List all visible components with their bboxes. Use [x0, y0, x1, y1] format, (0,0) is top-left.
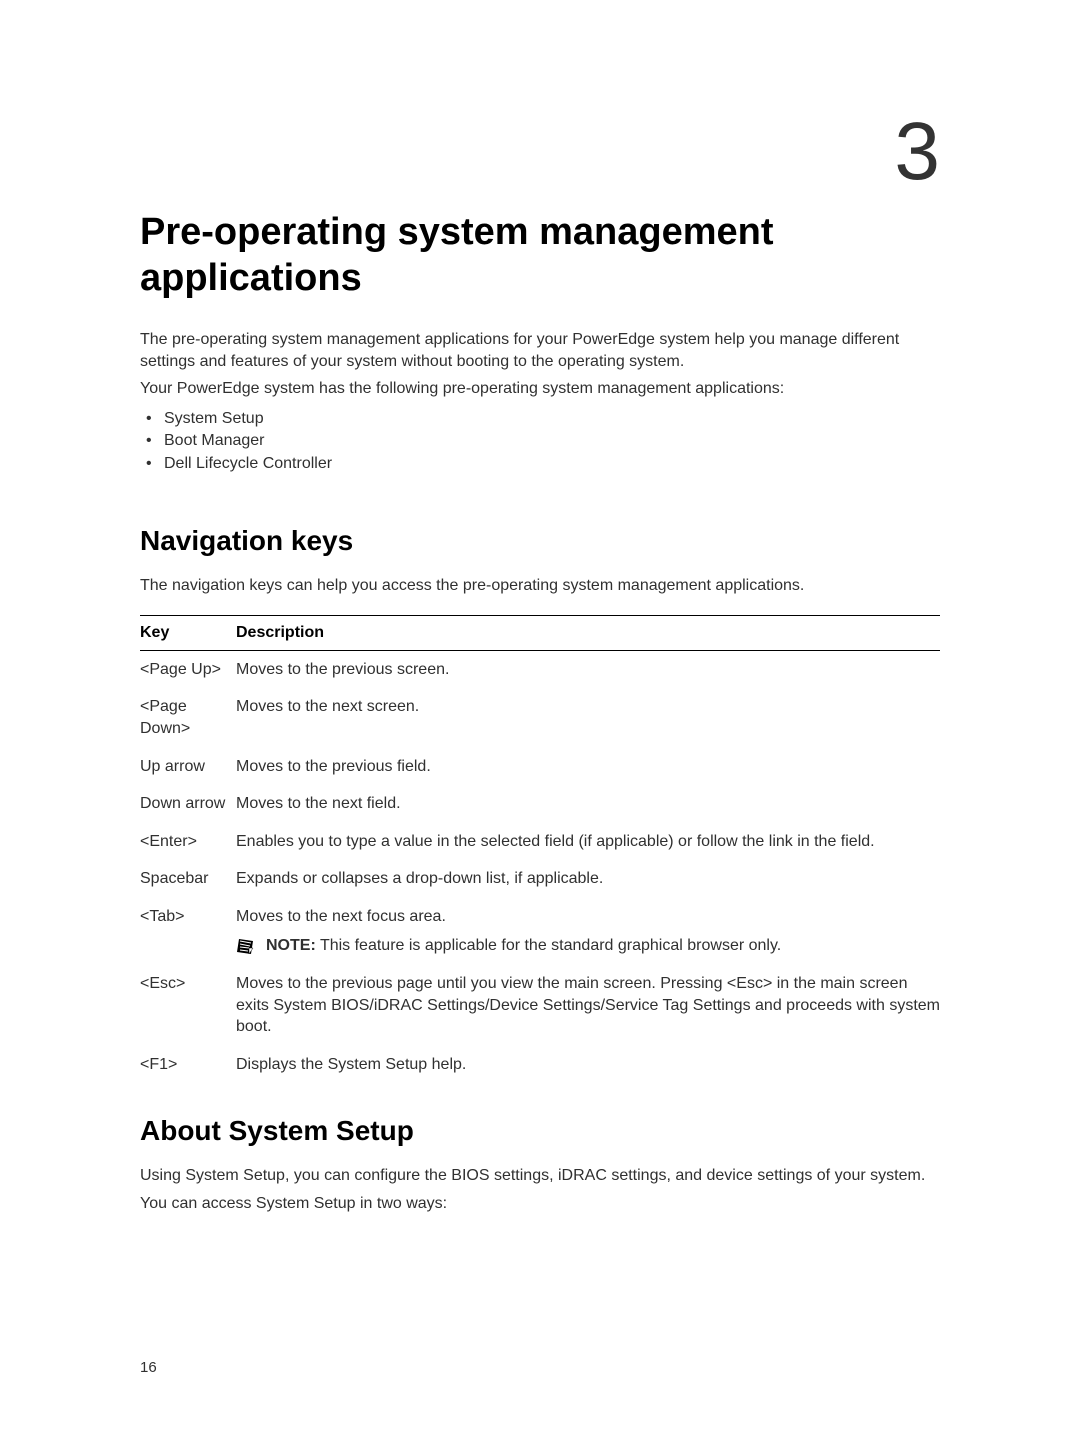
desc-cell: Moves to the next focus area. NOTE: This… — [236, 898, 940, 965]
note-body: This feature is applicable for the stand… — [316, 937, 781, 954]
table-row: <Enter> Enables you to type a value in t… — [140, 823, 940, 861]
note-text: NOTE: This feature is applicable for the… — [266, 935, 781, 957]
intro-paragraph-2: Your PowerEdge system has the following … — [140, 378, 940, 400]
list-item: System Setup — [140, 408, 940, 430]
applications-list: System Setup Boot Manager Dell Lifecycle… — [140, 408, 940, 475]
list-item: Boot Manager — [140, 430, 940, 452]
key-cell: <Tab> — [140, 898, 236, 965]
desc-cell: Moves to the previous page until you vie… — [236, 965, 940, 1046]
key-cell: Spacebar — [140, 860, 236, 898]
table-header-key: Key — [140, 615, 236, 650]
table-row: <Page Up> Moves to the previous screen. — [140, 650, 940, 688]
table-row: <Tab> Moves to the next focus area. NOTE… — [140, 898, 940, 965]
key-cell: <Page Up> — [140, 650, 236, 688]
desc-cell: Moves to the next field. — [236, 785, 940, 823]
key-cell: <Page Down> — [140, 688, 236, 747]
note-block: NOTE: This feature is applicable for the… — [236, 935, 940, 957]
key-cell: <Enter> — [140, 823, 236, 861]
navigation-keys-table: Key Description <Page Up> Moves to the p… — [140, 615, 940, 1084]
section-heading-about: About System Setup — [140, 1115, 940, 1147]
about-paragraph-1: Using System Setup, you can configure th… — [140, 1165, 940, 1187]
page-number: 16 — [140, 1359, 157, 1376]
desc-cell: Moves to the next screen. — [236, 688, 940, 747]
key-cell: <Esc> — [140, 965, 236, 1046]
intro-paragraph-1: The pre-operating system management appl… — [140, 329, 940, 372]
table-row: <Esc> Moves to the previous page until y… — [140, 965, 940, 1046]
key-cell: Up arrow — [140, 748, 236, 786]
table-row: <F1> Displays the System Setup help. — [140, 1046, 940, 1084]
desc-text: Moves to the next focus area. — [236, 908, 446, 925]
desc-cell: Displays the System Setup help. — [236, 1046, 940, 1084]
table-row: Down arrow Moves to the next field. — [140, 785, 940, 823]
chapter-number: 3 — [894, 105, 940, 199]
note-icon — [236, 937, 254, 955]
list-item: Dell Lifecycle Controller — [140, 453, 940, 475]
note-label: NOTE: — [266, 937, 316, 954]
table-row: <Page Down> Moves to the next screen. — [140, 688, 940, 747]
key-cell: <F1> — [140, 1046, 236, 1084]
key-cell: Down arrow — [140, 785, 236, 823]
desc-cell: Expands or collapses a drop-down list, i… — [236, 860, 940, 898]
nav-intro: The navigation keys can help you access … — [140, 575, 940, 597]
desc-cell: Moves to the previous screen. — [236, 650, 940, 688]
about-paragraph-2: You can access System Setup in two ways: — [140, 1193, 940, 1215]
page-title: Pre-operating system management applicat… — [140, 210, 940, 301]
table-row: Spacebar Expands or collapses a drop-dow… — [140, 860, 940, 898]
desc-cell: Enables you to type a value in the selec… — [236, 823, 940, 861]
table-header-description: Description — [236, 615, 940, 650]
table-row: Up arrow Moves to the previous field. — [140, 748, 940, 786]
desc-cell: Moves to the previous field. — [236, 748, 940, 786]
section-heading-navigation: Navigation keys — [140, 525, 940, 557]
